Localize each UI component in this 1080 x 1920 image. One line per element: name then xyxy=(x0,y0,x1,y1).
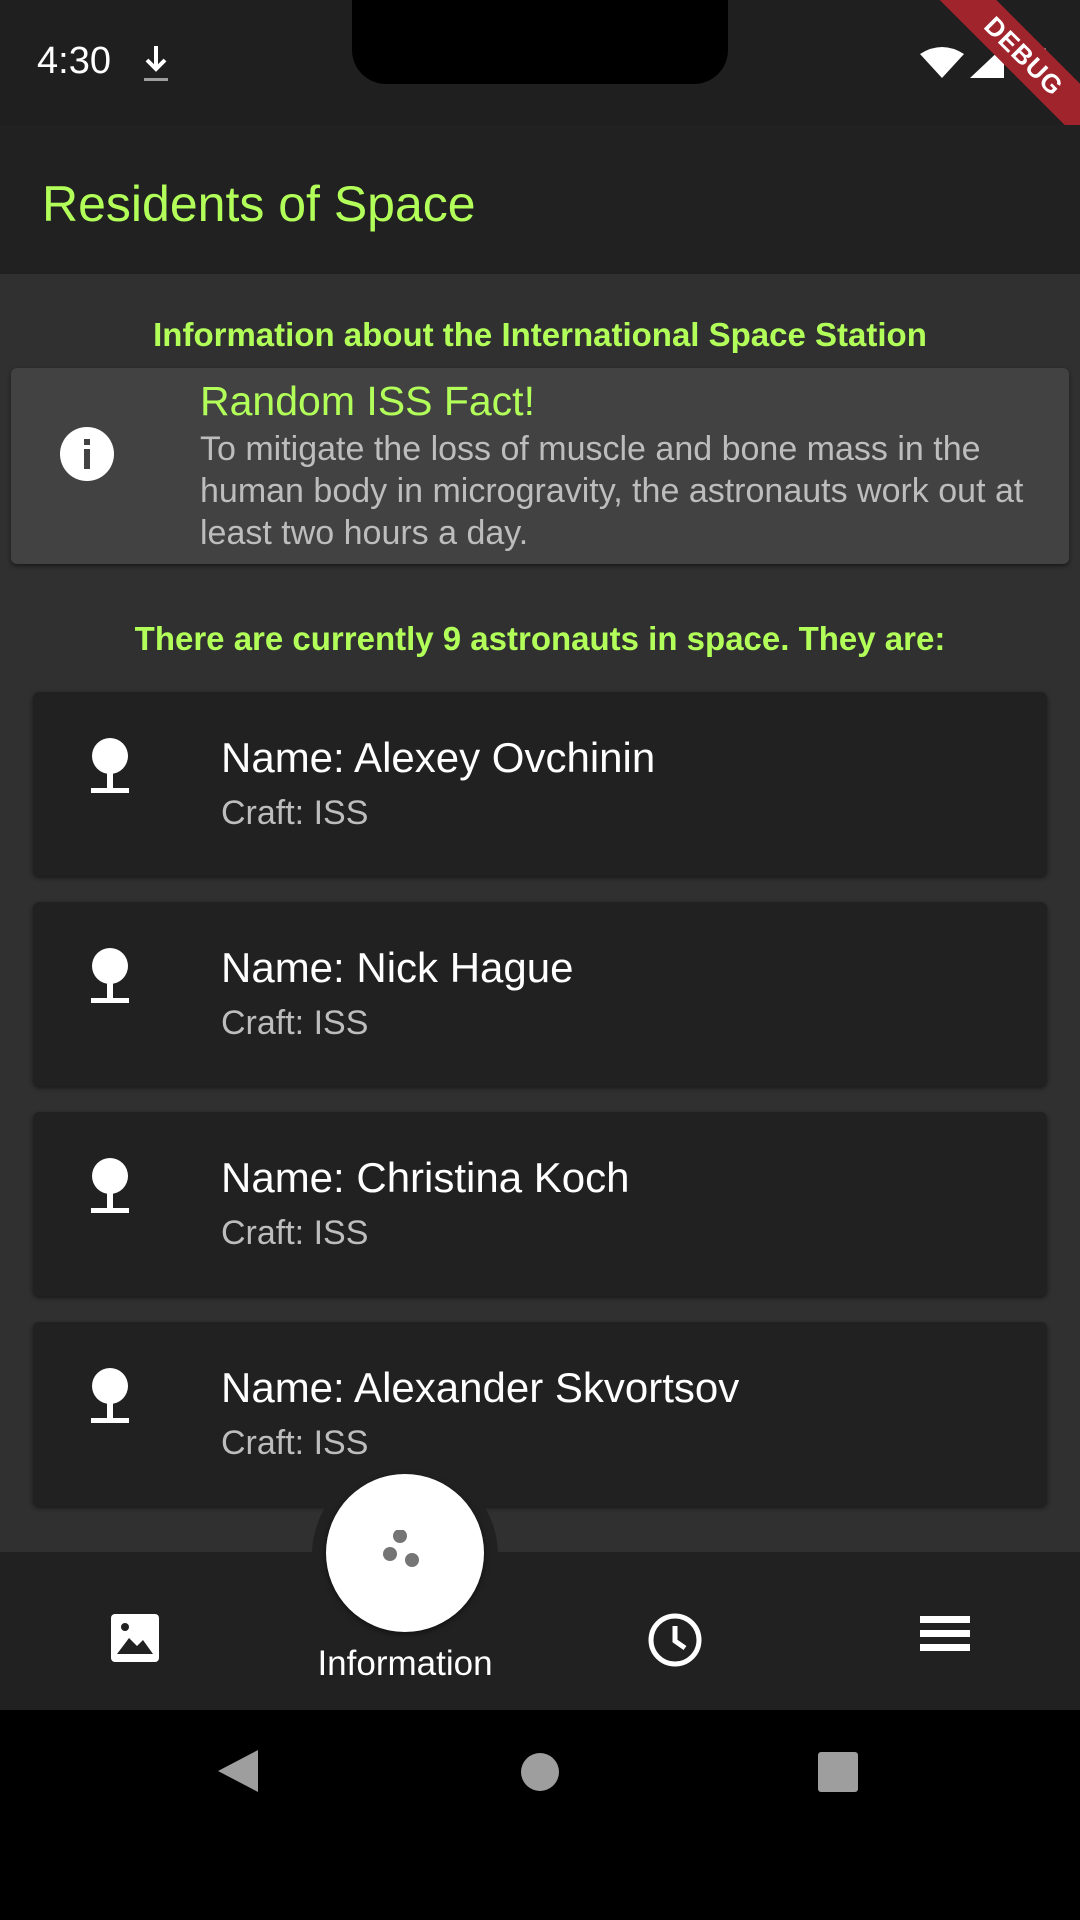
app-bar: Residents of Space xyxy=(0,125,1080,274)
astronaut-card[interactable]: Name: Alexander Skvortsov Craft: ISS xyxy=(33,1322,1047,1506)
download-icon xyxy=(144,46,168,81)
astronaut-craft: Craft: ISS xyxy=(221,1214,369,1252)
back-icon[interactable] xyxy=(216,1748,260,1794)
nav-item-images[interactable] xyxy=(0,1552,270,1710)
person-pin-icon xyxy=(91,1368,129,1423)
home-icon[interactable] xyxy=(520,1752,560,1792)
fact-body: To mitigate the loss of muscle and bone … xyxy=(200,430,1024,552)
system-navigation-bar xyxy=(0,1710,1080,1920)
nav-item-history[interactable] xyxy=(540,1552,810,1710)
nav-label-information[interactable]: Information xyxy=(270,1644,540,1684)
iss-section-heading: Information about the International Spac… xyxy=(153,316,927,353)
nav-item-menu[interactable] xyxy=(810,1552,1080,1710)
astronaut-craft: Craft: ISS xyxy=(221,1424,369,1462)
astronaut-card[interactable]: Name: Nick Hague Craft: ISS xyxy=(33,902,1047,1086)
main-content[interactable]: Information about the International Spac… xyxy=(0,274,1080,1552)
app-screen: 4:30 DEBUG Residents of Space Informatio… xyxy=(0,0,1080,1920)
astronaut-craft: Craft: ISS xyxy=(221,794,369,832)
astronaut-name: Name: Nick Hague xyxy=(221,944,574,991)
person-pin-icon xyxy=(91,1158,129,1213)
astronaut-card[interactable]: Name: Alexey Ovchinin Craft: ISS xyxy=(33,692,1047,876)
astronauts-heading: There are currently 9 astronauts in spac… xyxy=(134,620,946,657)
astronaut-name: Name: Alexander Skvortsov xyxy=(221,1364,740,1411)
nav-item-information[interactable] xyxy=(326,1474,484,1632)
wifi-icon xyxy=(920,47,964,78)
clock-icon xyxy=(648,1613,702,1667)
bottom-navigation xyxy=(0,1552,1080,1710)
status-time: 4:30 xyxy=(37,40,111,82)
camera-notch xyxy=(352,0,728,84)
image-icon xyxy=(111,1614,159,1662)
status-bar: 4:30 DEBUG xyxy=(0,0,1080,155)
astronaut-card[interactable]: Name: Christina Koch Craft: ISS xyxy=(33,1112,1047,1296)
app-title: Residents of Space xyxy=(42,176,476,232)
recents-icon[interactable] xyxy=(818,1752,858,1792)
astronaut-name: Name: Alexey Ovchinin xyxy=(221,734,656,781)
fact-title: Random ISS Fact! xyxy=(200,378,535,424)
astronaut-craft: Craft: ISS xyxy=(221,1004,369,1042)
astronaut-name: Name: Christina Koch xyxy=(221,1154,630,1201)
iss-fact-card[interactable]: Random ISS Fact! To mitigate the loss of… xyxy=(11,368,1069,564)
info-icon xyxy=(60,427,114,481)
bubbles-icon xyxy=(383,1530,419,1567)
person-pin-icon xyxy=(91,738,129,793)
menu-icon xyxy=(920,1616,970,1651)
person-pin-icon xyxy=(91,948,129,1003)
